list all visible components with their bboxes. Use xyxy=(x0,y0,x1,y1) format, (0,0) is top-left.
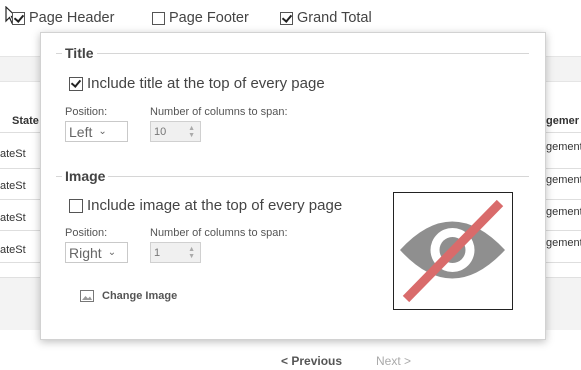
title-columns-spinner[interactable]: 10 ▲ ▼ xyxy=(150,121,201,142)
title-section-rule xyxy=(56,53,529,54)
include-title-checkbox[interactable] xyxy=(69,76,83,91)
table-cell: gement xyxy=(546,174,581,186)
page-header-checkbox[interactable] xyxy=(12,11,25,25)
image-icon xyxy=(80,290,94,302)
header-settings-panel: Title Include title at the top of every … xyxy=(40,32,546,340)
chevron-down-icon: ⌄ xyxy=(98,126,107,137)
spinner-arrows-icon: ▲ ▼ xyxy=(188,125,195,139)
table-cell: gement xyxy=(546,206,581,218)
title-position-select[interactable]: Left ⌄ xyxy=(65,121,128,142)
image-columns-value: 1 xyxy=(154,246,161,259)
chevron-down-icon: ⌄ xyxy=(107,247,117,258)
title-columns-value: 10 xyxy=(154,125,167,138)
table-cell: gement xyxy=(546,141,581,153)
report-options-bar: Page Header Page Footer Grand Total xyxy=(0,0,581,36)
change-image-button[interactable]: Change Image xyxy=(80,290,177,302)
column-header-state[interactable]: State xyxy=(12,115,39,127)
title-columns-label: Number of columns to span: xyxy=(150,106,288,118)
page-footer-option[interactable]: Page Footer xyxy=(152,10,249,26)
title-section-legend: Title xyxy=(62,45,97,61)
change-image-label: Change Image xyxy=(102,290,178,302)
table-cell: ateSt xyxy=(0,244,26,256)
page-footer-checkbox[interactable] xyxy=(152,11,165,25)
page-footer-label: Page Footer xyxy=(169,10,249,26)
grand-total-checkbox[interactable] xyxy=(280,11,293,25)
page-header-option[interactable]: Page Header xyxy=(12,10,114,26)
table-cell: gement xyxy=(546,237,581,249)
grand-total-label: Grand Total xyxy=(297,10,372,26)
table-cell: ateSt xyxy=(0,180,26,192)
previous-page-link[interactable]: < Previous xyxy=(281,354,342,368)
include-image-label: Include image at the top of every page xyxy=(87,197,343,214)
image-section-rule xyxy=(56,176,529,177)
image-columns-label: Number of columns to span: xyxy=(150,227,288,239)
grand-total-option[interactable]: Grand Total xyxy=(280,10,372,26)
image-section-legend: Image xyxy=(62,168,109,184)
eye-slash-icon xyxy=(400,199,505,303)
title-position-value: Left xyxy=(69,123,93,140)
page-header-label: Page Header xyxy=(29,10,115,26)
spinner-arrows-icon: ▲ ▼ xyxy=(188,246,195,260)
image-position-value: Right xyxy=(69,244,102,261)
title-position-label: Position: xyxy=(65,106,108,118)
image-position-select[interactable]: Right ⌄ xyxy=(65,242,128,263)
image-preview xyxy=(393,192,513,310)
include-image-option[interactable]: Include image at the top of every page xyxy=(69,197,342,214)
table-cell: ateSt xyxy=(0,212,26,224)
image-position-label: Position: xyxy=(65,227,108,239)
image-columns-spinner[interactable]: 1 ▲ ▼ xyxy=(150,242,201,263)
include-title-label: Include title at the top of every page xyxy=(87,75,325,92)
include-title-option[interactable]: Include title at the top of every page xyxy=(69,75,325,92)
include-image-checkbox[interactable] xyxy=(69,198,83,213)
next-page-link[interactable]: Next > xyxy=(376,354,411,368)
column-header-management[interactable]: gemer xyxy=(546,115,579,127)
table-cell: ateSt xyxy=(0,148,26,160)
